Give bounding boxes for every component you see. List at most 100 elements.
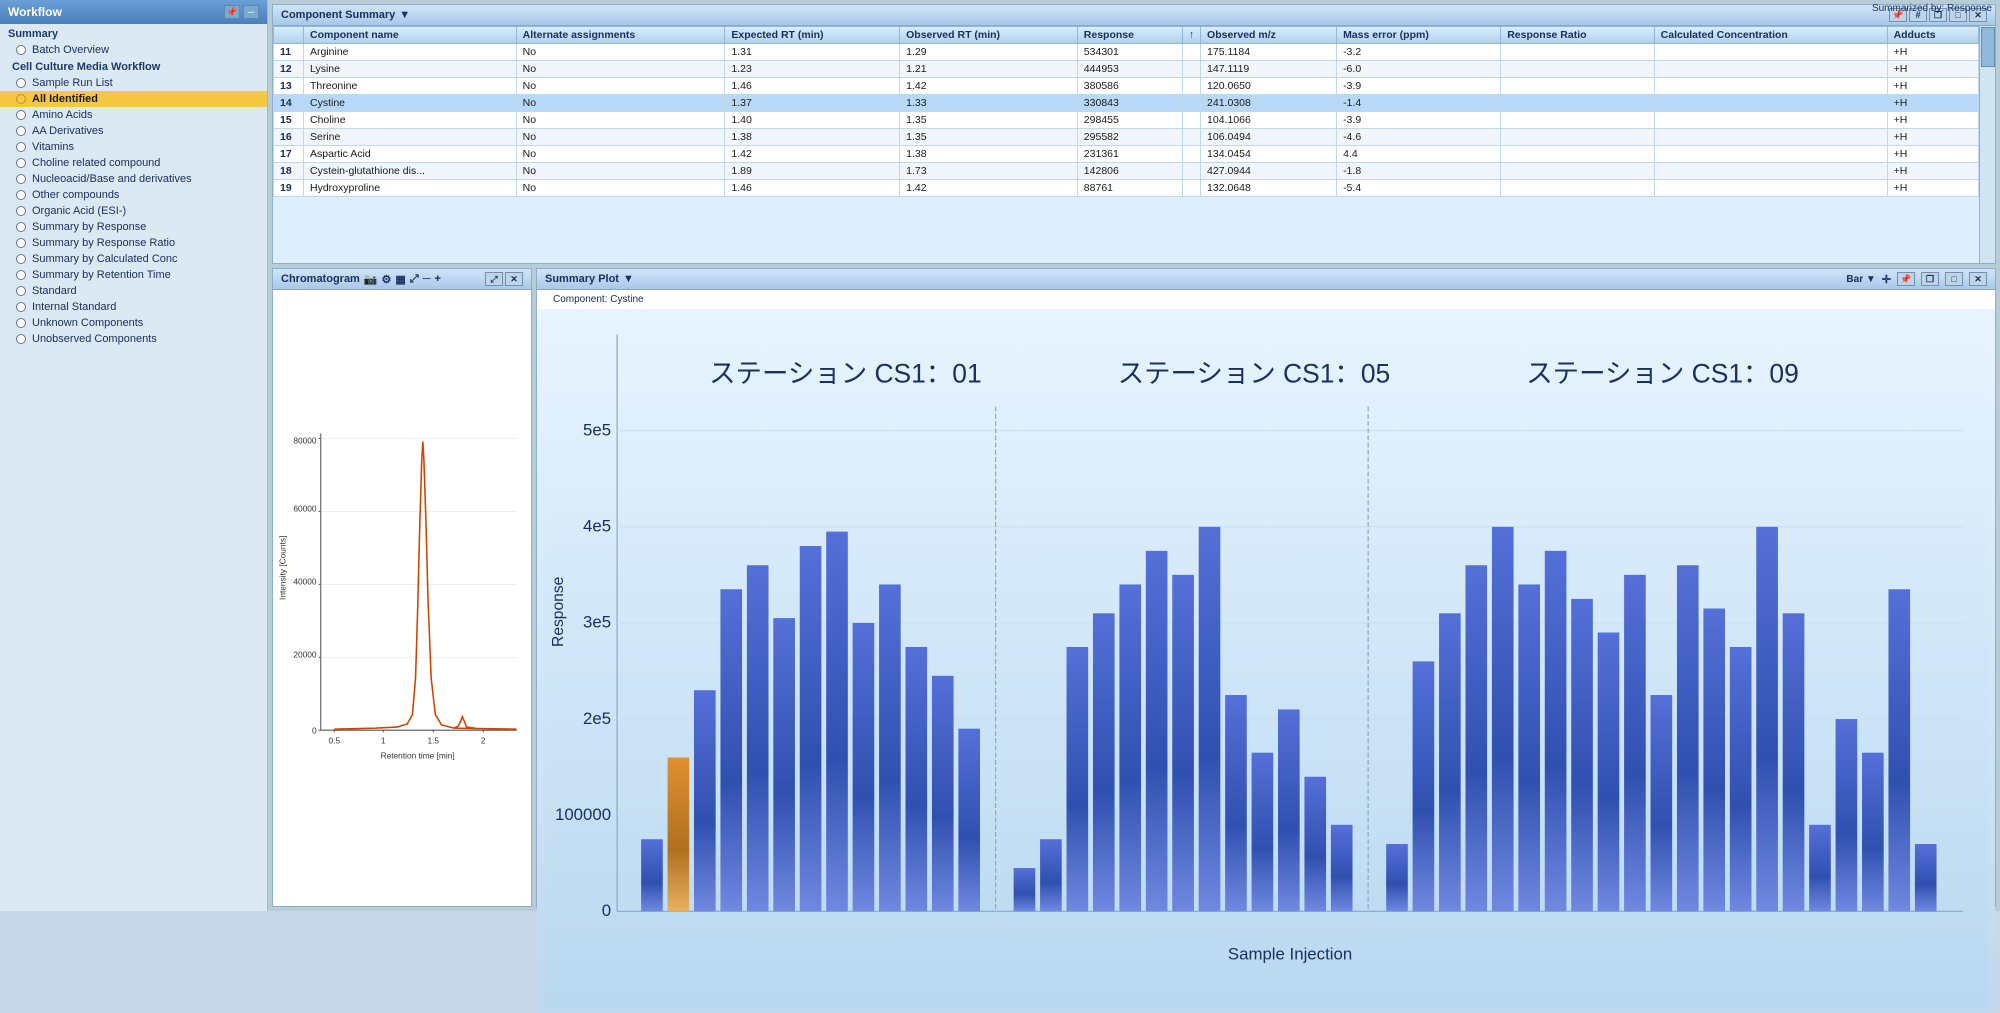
chrom-close-btn[interactable]: ✕ [505, 272, 523, 286]
row-alternate: No [516, 129, 725, 146]
component-summary-panel: Component Summary ▼ 📌 # ❐ □ ✕ Component … [272, 4, 1996, 264]
row-response: 231361 [1077, 146, 1182, 163]
col-response[interactable]: Response [1077, 27, 1182, 44]
table-row[interactable]: 16 Serine No 1.38 1.35 295582 106.0494 -… [274, 129, 1979, 146]
col-response-ratio[interactable]: Response Ratio [1501, 27, 1654, 44]
svg-text:Sample Injection: Sample Injection [1228, 944, 1352, 963]
bar [1252, 753, 1274, 912]
panel-pin-btn[interactable]: 📌 [224, 5, 240, 19]
table-row[interactable]: 14 Cystine No 1.37 1.33 330843 241.0308 … [274, 95, 1979, 112]
table-row[interactable]: 17 Aspartic Acid No 1.42 1.38 231361 134… [274, 146, 1979, 163]
nav-item-aa-derivatives[interactable]: AA Derivatives [0, 123, 267, 139]
chrom-expand2-btn[interactable]: ⤢ [485, 272, 503, 286]
table-row[interactable]: 19 Hydroxyproline No 1.46 1.42 88761 132… [274, 180, 1979, 197]
row-observed-mz: 147.1119 [1201, 61, 1337, 78]
chrom-plus-icon[interactable]: + [434, 273, 440, 285]
nav-item-nucleoacid-base[interactable]: Nucleoacid/Base and derivatives [0, 171, 267, 187]
table-row[interactable]: 12 Lysine No 1.23 1.21 444953 147.1119 -… [274, 61, 1979, 78]
station3-label: ステーション CS1：09 [1526, 359, 1799, 389]
cs-vertical-scrollbar[interactable] [1979, 26, 1995, 263]
nav-radio-sample-run-list [16, 78, 26, 88]
row-arrow [1182, 78, 1200, 95]
row-mass-error: -3.2 [1337, 44, 1501, 61]
sp-dropdown-icon[interactable]: ▼ [623, 273, 634, 285]
table-row[interactable]: 13 Threonine No 1.46 1.42 380586 120.065… [274, 78, 1979, 95]
summary-plot-panel: Summary Plot ▼ Bar ▼ ✛ 📌 ❐ □ ✕ Component… [536, 268, 1996, 907]
nav-item-summary-response[interactable]: Summary by Response [0, 219, 267, 235]
col-calc-conc[interactable]: Calculated Concentration [1654, 27, 1887, 44]
nav-label-standard: Standard [32, 285, 77, 297]
bar [694, 690, 716, 911]
row-arrow [1182, 95, 1200, 112]
row-arrow [1182, 61, 1200, 78]
nav-item-standard[interactable]: Standard [0, 283, 267, 299]
nav-item-internal-standard[interactable]: Internal Standard [0, 299, 267, 315]
nav-item-vitamins[interactable]: Vitamins [0, 139, 267, 155]
row-observed-rt: 1.35 [900, 112, 1078, 129]
sp-close-btn[interactable]: ✕ [1969, 272, 1987, 286]
sp-crosshair-icon[interactable]: ✛ [1882, 273, 1891, 286]
chrom-win-controls: ⤢ ✕ [485, 272, 523, 286]
nav-item-sample-run-list[interactable]: Sample Run List [0, 75, 267, 91]
table-row[interactable]: 15 Choline No 1.40 1.35 298455 104.1066 … [274, 112, 1979, 129]
row-response: 295582 [1077, 129, 1182, 146]
nav-item-unknown-components[interactable]: Unknown Components [0, 315, 267, 331]
nav-item-organic-acid[interactable]: Organic Acid (ESI-) [0, 203, 267, 219]
row-calc-conc [1654, 44, 1887, 61]
row-alternate: No [516, 61, 725, 78]
chrom-table-icon[interactable]: ▦ [395, 273, 405, 286]
nav-item-amino-acids[interactable]: Amino Acids [0, 107, 267, 123]
svg-text:80000: 80000 [293, 436, 317, 446]
bar [1730, 647, 1752, 911]
row-num: 13 [274, 78, 304, 95]
cs-scrollbar-thumb[interactable] [1981, 27, 1995, 67]
nav-label-nucleoacid-base: Nucleoacid/Base and derivatives [32, 173, 192, 185]
sp-title-group: Summary Plot ▼ [545, 273, 634, 285]
sp-restore-btn[interactable]: ❐ [1921, 272, 1939, 286]
bar [906, 647, 928, 911]
nav-item-unobserved-components[interactable]: Unobserved Components [0, 331, 267, 347]
bar [1014, 868, 1036, 911]
nav-item-summary-retention[interactable]: Summary by Retention Time [0, 267, 267, 283]
svg-text:20000: 20000 [293, 649, 317, 659]
nav-label-other-compounds: Other compounds [32, 189, 119, 201]
nav-item-all-identified[interactable]: All Identified [0, 91, 267, 107]
table-row[interactable]: 18 Cystein-glutathione dis... No 1.89 1.… [274, 163, 1979, 180]
col-component-name[interactable]: Component name [304, 27, 517, 44]
col-mass-error[interactable]: Mass error (ppm) [1337, 27, 1501, 44]
col-alternate[interactable]: Alternate assignments [516, 27, 725, 44]
nav-radio-summary-response [16, 222, 26, 232]
col-sort-arrow[interactable]: ↑ [1182, 27, 1200, 44]
col-adducts[interactable]: Adducts [1887, 27, 1978, 44]
nav-radio-summary-response-ratio [16, 238, 26, 248]
row-expected-rt: 1.31 [725, 44, 900, 61]
row-response-ratio [1501, 112, 1654, 129]
chrom-expand-icon[interactable]: ⤢ [410, 273, 419, 286]
row-name: Choline [304, 112, 517, 129]
row-response-ratio [1501, 180, 1654, 197]
panel-minimize-btn[interactable]: ─ [243, 5, 259, 19]
chrom-settings-icon[interactable]: ⚙ [382, 273, 392, 286]
table-row[interactable]: 11 Arginine No 1.31 1.29 534301 175.1184… [274, 44, 1979, 61]
col-observed-rt[interactable]: Observed RT (min) [900, 27, 1078, 44]
cs-data-table[interactable]: Component name Alternate assignments Exp… [273, 26, 1979, 263]
cs-dropdown-icon[interactable]: ▼ [399, 9, 410, 21]
chrom-minus-icon[interactable]: ─ [423, 273, 431, 285]
nav-item-other-compounds[interactable]: Other compounds [0, 187, 267, 203]
nav-item-choline-related[interactable]: Choline related compound [0, 155, 267, 171]
nav-item-summary-calc-conc[interactable]: Summary by Calculated Conc [0, 251, 267, 267]
bar [1915, 844, 1937, 911]
row-mass-error: -3.9 [1337, 78, 1501, 95]
row-observed-rt: 1.21 [900, 61, 1078, 78]
row-response: 330843 [1077, 95, 1182, 112]
nav-item-batch-overview[interactable]: Batch Overview [0, 42, 267, 58]
row-alternate: No [516, 78, 725, 95]
bar [1651, 695, 1673, 911]
col-observed-mz[interactable]: Observed m/z [1201, 27, 1337, 44]
nav-label-all-identified: All Identified [32, 93, 98, 105]
col-expected-rt[interactable]: Expected RT (min) [725, 27, 900, 44]
nav-item-summary-response-ratio[interactable]: Summary by Response Ratio [0, 235, 267, 251]
sp-pin-btn[interactable]: 📌 [1897, 272, 1915, 286]
row-alternate: No [516, 112, 725, 129]
sp-maximize-btn[interactable]: □ [1945, 272, 1963, 286]
